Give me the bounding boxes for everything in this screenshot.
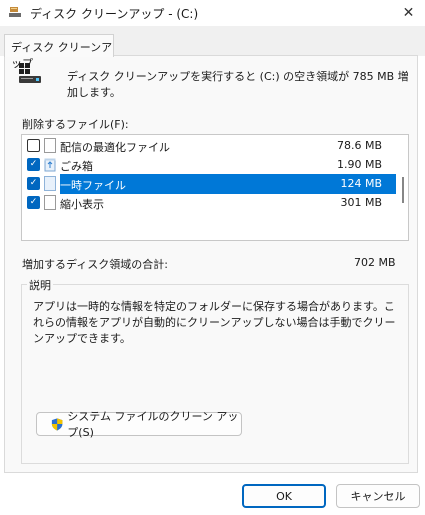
close-button[interactable]: ✕ [392,0,425,26]
file-size: 1.90 MB [336,158,382,171]
file-name: ごみ箱 [60,160,93,173]
tab-strip: ディスク クリーンアップ [0,26,425,70]
list-scrollbar[interactable] [399,135,408,240]
window-title: ディスク クリーンアップ - (C:) [30,7,199,21]
description-text: アプリは一時的な情報を特定のフォルダーに保存する場合があります。これらの情報をア… [33,300,396,345]
list-item[interactable]: ✓ ごみ箱 1.90 MB [22,155,396,175]
title-bar: ディスク クリーンアップ - (C:) ✕ [0,0,425,26]
cancel-label: キャンセル [350,490,406,503]
checkbox[interactable] [27,139,40,152]
description-legend: 説明 [27,277,53,293]
list-item[interactable]: ✓ 一時ファイル 124 MB [22,174,396,194]
ok-label: OK [276,489,292,503]
cleanup-system-files-label: システム ファイルのクリーン アップ(S) [67,410,239,439]
tab-disk-cleanup[interactable]: ディスク クリーンアップ [4,34,114,70]
files-to-delete-label: 削除するファイル(F): [22,118,129,131]
list-item[interactable]: ✓ 縮小表示 301 MB [22,193,396,213]
close-icon: ✕ [402,5,415,21]
file-name: 一時ファイル [60,179,126,192]
file-icon [44,195,56,210]
header-description: ディスク クリーンアップを実行すると (C:) の空き領域が 785 MB 増加… [67,70,409,99]
file-icon [44,138,56,153]
total-space-value: 702 MB [354,256,396,269]
ok-button[interactable]: OK [242,484,326,508]
main-panel: ディスク クリーンアップを実行すると (C:) の空き領域が 785 MB 増加… [4,55,418,473]
file-icon [44,176,56,191]
disk-cleanup-app-icon [9,7,21,17]
recycle-bin-icon [44,158,56,172]
files-list[interactable]: 配信の最適化ファイル 78.6 MB ✓ ごみ箱 1.90 MB ✓ 一時ファイ… [21,134,409,241]
file-name: 配信の最適化ファイル [60,141,170,154]
cancel-button[interactable]: キャンセル [336,484,420,508]
list-item[interactable]: 配信の最適化ファイル 78.6 MB [22,136,396,156]
total-space-label: 増加するディスク領域の合計: [22,258,168,271]
file-name: 縮小表示 [60,198,104,211]
file-size: 78.6 MB [336,139,382,152]
scrollbar-thumb[interactable] [402,177,404,203]
shield-icon [51,417,63,431]
checkbox[interactable]: ✓ [27,177,40,190]
checkbox[interactable]: ✓ [27,158,40,171]
cleanup-system-files-button[interactable]: システム ファイルのクリーン アップ(S) [36,410,242,439]
file-size: 301 MB [340,196,382,209]
checkbox[interactable]: ✓ [27,196,40,209]
file-size: 124 MB [340,177,382,190]
